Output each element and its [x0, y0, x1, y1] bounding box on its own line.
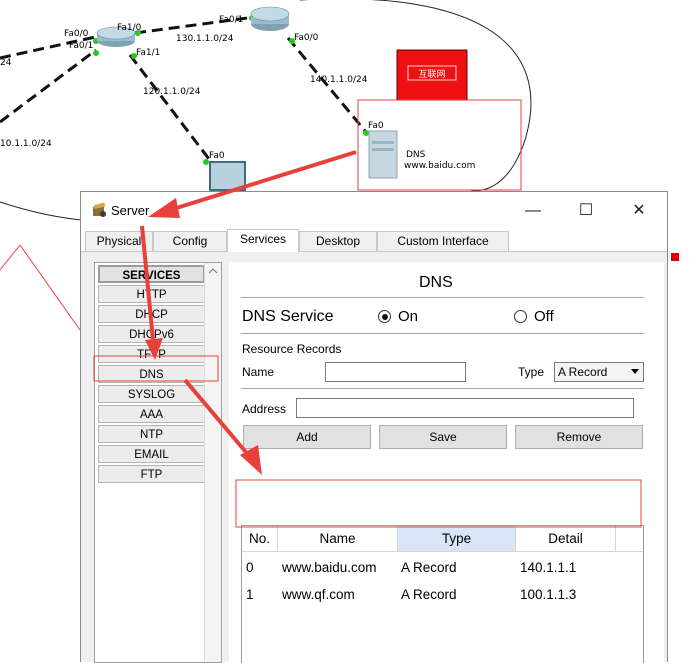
type-select-value: A Record	[558, 365, 608, 379]
dns-off-radio[interactable]	[514, 310, 527, 323]
port-label: Fa0/1	[69, 41, 93, 51]
service-item-aaa[interactable]: AAA	[98, 405, 205, 423]
service-item-ntp[interactable]: NTP	[98, 425, 205, 443]
dns-host-label: www.baidu.com	[404, 161, 475, 171]
tab-custom-interface[interactable]: Custom Interface	[377, 231, 509, 251]
server-window: Server — ☐ ✕ Physical Config Services De…	[80, 191, 668, 663]
link-router-dns	[286, 37, 368, 133]
network-label: 130.1.1.0/24	[176, 34, 234, 44]
service-item-email[interactable]: EMAIL	[98, 445, 205, 463]
port-label: Fa0/0	[294, 33, 319, 43]
record-type: A Record	[401, 587, 457, 602]
column-header-name[interactable]: Name	[278, 526, 398, 552]
remove-button[interactable]: Remove	[515, 425, 643, 449]
services-header: SERVICES	[98, 265, 205, 283]
record-detail: 140.1.1.1	[520, 560, 577, 575]
type-select[interactable]: A Record	[554, 362, 644, 382]
port-label: Fa1/0	[117, 23, 142, 33]
record-no: 0	[246, 560, 254, 575]
name-label: Name	[242, 365, 275, 379]
dns-device-label: DNS	[406, 150, 426, 160]
pc-icon	[209, 161, 246, 191]
server-app-icon	[93, 202, 106, 217]
network-label: 24	[0, 58, 12, 68]
dns-on-radio[interactable]	[378, 310, 391, 323]
port-label: Fa1/1	[136, 48, 160, 58]
tab-desktop[interactable]: Desktop	[299, 231, 377, 251]
tab-config[interactable]: Config	[153, 231, 227, 251]
minimize-button[interactable]: —	[509, 192, 557, 229]
type-label: Type	[518, 365, 545, 379]
dns-panel-title: DNS	[419, 274, 453, 291]
port-label: Fa0	[368, 121, 384, 131]
service-item-dns[interactable]: DNS	[98, 365, 205, 383]
resource-records-label: Resource Records	[242, 342, 342, 356]
dns-records-table: No. Name Type Detail 0 www.baidu.com A R…	[241, 525, 644, 663]
router-icon	[250, 6, 290, 31]
service-item-ftp[interactable]: FTP	[98, 465, 205, 483]
service-item-dhcpv6[interactable]: DHCPv6	[98, 325, 205, 343]
internet-label: 互联网	[418, 69, 445, 80]
link-router-pc	[128, 54, 214, 164]
dns-service-label: DNS Service	[242, 308, 334, 325]
address-input[interactable]	[296, 398, 634, 418]
tab-services[interactable]: Services	[227, 229, 299, 252]
record-name: www.baidu.com	[282, 560, 377, 575]
column-header-detail[interactable]: Detail	[516, 526, 616, 552]
dns-off-label: Off	[534, 308, 554, 325]
dns-on-label: On	[398, 308, 419, 325]
server-icon	[368, 130, 398, 179]
address-label: Address	[242, 402, 287, 416]
chevron-down-icon	[631, 369, 639, 374]
services-list: SERVICES HTTP DHCP DHCPv6 TFTP DNS SYSLO…	[94, 262, 222, 663]
network-label: 140.1.1.0/24	[310, 75, 368, 85]
name-input[interactable]	[325, 362, 466, 382]
scroll-up-icon[interactable]	[205, 263, 221, 279]
maximize-button[interactable]: ☐	[562, 192, 610, 229]
port-label: Fa0	[209, 151, 225, 161]
record-type: A Record	[401, 560, 457, 575]
service-item-http[interactable]: HTTP	[98, 285, 205, 303]
network-label: 120.1.1.0/24	[143, 87, 201, 97]
add-button[interactable]: Add	[243, 425, 371, 449]
topology-curve-left	[0, 201, 83, 221]
save-button[interactable]: Save	[379, 425, 507, 449]
network-label: 10.1.1.0/24	[0, 139, 52, 149]
tab-bar: Physical Config Services Desktop Custom …	[81, 229, 667, 252]
marker-square	[671, 253, 679, 261]
title-bar[interactable]: Server — ☐ ✕	[81, 192, 667, 229]
link-left-lower	[0, 48, 97, 124]
port-label: Fa0/0	[64, 29, 89, 39]
service-item-syslog[interactable]: SYSLOG	[98, 385, 205, 403]
column-header-type[interactable]: Type	[398, 526, 516, 552]
record-no: 1	[246, 587, 254, 602]
record-detail: 100.1.1.3	[520, 587, 577, 602]
port-label: Fa0/1	[219, 15, 243, 25]
record-name: www.qf.com	[282, 587, 355, 602]
service-item-dhcp[interactable]: DHCP	[98, 305, 205, 323]
tab-physical[interactable]: Physical	[85, 231, 153, 251]
dns-panel: DNS DNS Service On Off Resource Records …	[229, 262, 664, 663]
close-button[interactable]: ✕	[615, 192, 663, 229]
column-header-no[interactable]: No.	[242, 526, 278, 552]
service-item-tftp[interactable]: TFTP	[98, 345, 205, 363]
window-title: Server	[111, 203, 150, 218]
services-scrollbar[interactable]	[204, 263, 221, 662]
